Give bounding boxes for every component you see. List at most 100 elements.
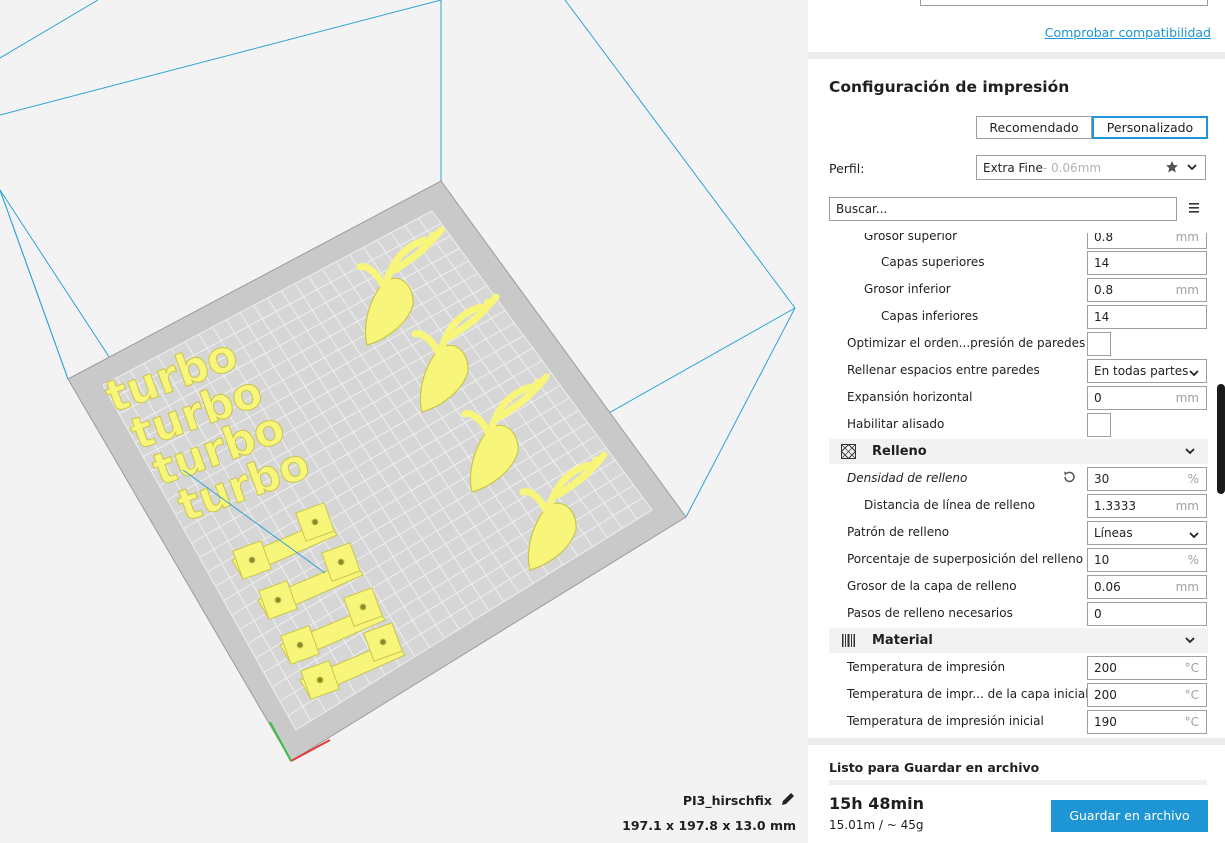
setting-unit: % bbox=[1187, 472, 1199, 486]
setting-value: 0 bbox=[1094, 607, 1102, 621]
infill-line-distance-input[interactable]: 1.3333 mm bbox=[1087, 494, 1207, 518]
setting-label: Optimizar el orden...presión de paredes bbox=[847, 336, 1086, 350]
setting-label: Pasos de relleno necesarios bbox=[847, 606, 1013, 620]
profile-layer-height: - 0.06mm bbox=[1042, 160, 1102, 175]
setting-row-gradual-infill: Pasos de relleno necesarios 0 bbox=[829, 600, 1208, 627]
infill-overlap-input[interactable]: 10% bbox=[1087, 548, 1207, 572]
profile-select[interactable]: Extra Fine - 0.06mm bbox=[976, 155, 1206, 180]
setting-row-initial-print-temp: Temperatura de impresión inicial 190 °C bbox=[829, 708, 1208, 735]
setting-label: Distancia de línea de relleno bbox=[864, 498, 1036, 512]
settings-panel: Comprobar compatibilidad Configuración d… bbox=[808, 0, 1225, 843]
setting-value: 14 bbox=[1094, 310, 1110, 324]
bottom-layers-input[interactable]: 14 bbox=[1087, 305, 1207, 329]
save-status: Listo para Guardar en archivo bbox=[829, 760, 1040, 775]
material-estimate: 15.01m / ~ 45g bbox=[829, 818, 924, 832]
setting-row-bottom-layers: Capas inferiores 14 bbox=[829, 303, 1208, 330]
chevron-down-icon bbox=[1184, 634, 1196, 649]
setting-unit: mm bbox=[1175, 233, 1199, 244]
fill-gaps-select[interactable]: En todas partes bbox=[1087, 359, 1207, 383]
setting-unit: mm bbox=[1175, 499, 1199, 513]
setting-label: Porcentaje de superposición del relleno bbox=[847, 552, 1084, 566]
setting-label: Grosor de la capa de relleno bbox=[847, 579, 1017, 593]
setting-value: 0.8 bbox=[1094, 283, 1114, 297]
setting-row-infill-layer-thickness: Grosor de la capa de relleno 0.06 mm bbox=[829, 573, 1208, 600]
setting-row-print-temp-initial-layer: Temperatura de impr... de la capa inicia… bbox=[829, 681, 1208, 708]
top-thickness-input[interactable]: 0.8 mm bbox=[1087, 233, 1207, 249]
save-to-file-button[interactable]: Guardar en archivo bbox=[1051, 800, 1208, 832]
divider bbox=[829, 780, 1207, 785]
star-icon[interactable] bbox=[1165, 160, 1179, 177]
setting-value: 200 bbox=[1094, 661, 1117, 675]
print-temp-input[interactable]: 200 °C bbox=[1087, 656, 1207, 680]
gradual-infill-input[interactable]: 0 bbox=[1087, 602, 1207, 626]
setting-value: Líneas bbox=[1094, 526, 1133, 540]
setting-label: Temperatura de impr... de la capa inicia… bbox=[847, 687, 1089, 701]
infill-icon bbox=[840, 443, 857, 462]
print-temp-initial-layer-input[interactable]: 200 °C bbox=[1087, 683, 1207, 707]
setting-value: 1.3333 bbox=[1094, 499, 1136, 513]
build-volume-scene[interactable]: turbo turbo turbo turbo bbox=[0, 0, 808, 843]
setting-unit: °C bbox=[1184, 715, 1199, 729]
profile-label: Perfil: bbox=[829, 161, 865, 176]
setting-unit: mm bbox=[1175, 580, 1199, 594]
infill-density-input[interactable]: 30% bbox=[1087, 467, 1207, 491]
viewport-3d[interactable]: turbo turbo turbo turbo PI3_hirschfix 19… bbox=[0, 0, 808, 843]
material-field-stub[interactable] bbox=[920, 0, 1208, 6]
category-label: Relleno bbox=[872, 444, 927, 459]
setting-value: En todas partes bbox=[1094, 364, 1189, 378]
optimize-walls-checkbox[interactable] bbox=[1087, 332, 1111, 356]
setting-value: 200 bbox=[1094, 688, 1117, 702]
setting-row-infill-line-distance: Distancia de línea de relleno 1.3333 mm bbox=[829, 492, 1208, 519]
pencil-icon[interactable] bbox=[780, 791, 796, 810]
mode-toggle: Recomendado Personalizado bbox=[976, 116, 1208, 139]
setting-row-top-thickness: Grosor superior 0.8 mm bbox=[829, 233, 1208, 250]
menu-icon[interactable] bbox=[1188, 202, 1200, 217]
setting-row-infill-density: Densidad de relleno 30% bbox=[829, 465, 1208, 492]
material-icon bbox=[841, 633, 856, 651]
setting-label: Expansión horizontal bbox=[847, 390, 973, 404]
chevron-down-icon bbox=[1184, 445, 1196, 460]
setting-row-infill-overlap: Porcentaje de superposición del relleno … bbox=[829, 546, 1208, 573]
settings-scrollbar[interactable] bbox=[1217, 384, 1225, 494]
setting-row-optimize-walls: Optimizar el orden...presión de paredes bbox=[829, 330, 1208, 357]
chevron-down-icon bbox=[1188, 526, 1200, 548]
custom-mode-button[interactable]: Personalizado bbox=[1092, 116, 1208, 139]
print-settings-title: Configuración de impresión bbox=[829, 78, 1070, 96]
infill-category-header[interactable]: Relleno bbox=[829, 439, 1208, 464]
settings-search-input[interactable] bbox=[829, 197, 1177, 221]
setting-row-infill-pattern: Patrón de relleno Líneas bbox=[829, 519, 1208, 546]
material-category-header[interactable]: Material bbox=[829, 628, 1208, 653]
setting-row-print-temp: Temperatura de impresión 200 °C bbox=[829, 654, 1208, 681]
setting-value: 14 bbox=[1094, 256, 1110, 270]
chevron-down-icon bbox=[1188, 364, 1200, 386]
reset-icon[interactable] bbox=[1062, 470, 1076, 487]
infill-pattern-select[interactable]: Líneas bbox=[1087, 521, 1207, 545]
object-name: PI3_hirschfix bbox=[682, 793, 772, 808]
check-compatibility-link[interactable]: Comprobar compatibilidad bbox=[1045, 25, 1211, 40]
infill-layer-thickness-input[interactable]: 0.06 mm bbox=[1087, 575, 1207, 599]
setting-unit: mm bbox=[1175, 283, 1199, 297]
settings-list[interactable]: Grosor superior 0.8 mm Capas superiores 1… bbox=[829, 233, 1208, 738]
top-layers-input[interactable]: 14 bbox=[1087, 251, 1207, 275]
recommended-mode-button[interactable]: Recomendado bbox=[976, 116, 1092, 139]
setting-label: Grosor superior bbox=[864, 233, 958, 243]
save-card: Listo para Guardar en archivo 15h 48min … bbox=[808, 745, 1225, 843]
setting-label: Grosor inferior bbox=[864, 282, 951, 296]
setting-unit: mm bbox=[1175, 391, 1199, 405]
setting-value: 30 bbox=[1094, 472, 1110, 486]
setting-label: Capas superiores bbox=[881, 255, 985, 269]
setting-label: Habilitar alisado bbox=[847, 417, 945, 431]
ironing-checkbox[interactable] bbox=[1087, 413, 1111, 437]
setting-label: Patrón de relleno bbox=[847, 525, 950, 539]
setting-unit: °C bbox=[1184, 688, 1199, 702]
setting-value: 0.8 bbox=[1094, 233, 1114, 244]
initial-print-temp-input[interactable]: 190 °C bbox=[1087, 710, 1207, 734]
setting-label: Temperatura de impresión inicial bbox=[847, 714, 1044, 728]
setting-value: 190 bbox=[1094, 715, 1117, 729]
setting-label: Rellenar espacios entre paredes bbox=[847, 363, 1040, 377]
horizontal-expansion-input[interactable]: 0 mm bbox=[1087, 386, 1207, 410]
setting-label: Densidad de relleno bbox=[847, 471, 968, 485]
setting-label: Temperatura de impresión bbox=[847, 660, 1006, 674]
bottom-thickness-input[interactable]: 0.8 mm bbox=[1087, 278, 1207, 302]
setting-value: 0 bbox=[1094, 391, 1102, 405]
